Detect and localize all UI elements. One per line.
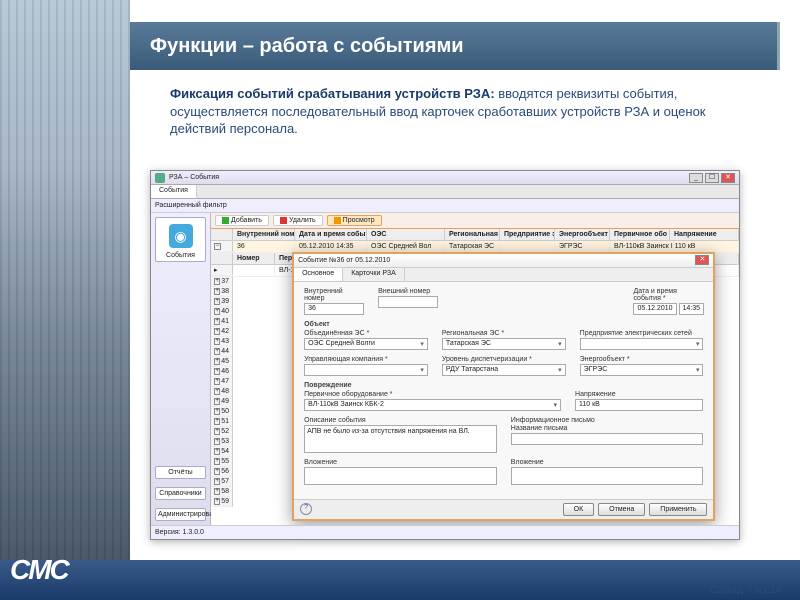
row-expander[interactable]: + 52 <box>211 427 233 437</box>
sidebar-item-admin[interactable]: Администрирование <box>155 508 206 521</box>
dialog-close-button[interactable]: ✕ <box>695 255 709 265</box>
eye-icon <box>334 217 341 224</box>
upk-select[interactable] <box>304 364 428 376</box>
slide-number: Слайд 7 из 14 <box>710 584 782 596</box>
row-expander[interactable]: + 43 <box>211 337 233 347</box>
row-expander[interactable]: + 40 <box>211 307 233 317</box>
udisp-select[interactable]: РДУ Татарстана <box>442 364 566 376</box>
time-field[interactable]: 14:35 <box>679 303 705 315</box>
slide-description: Фиксация событий срабатывания устройств … <box>170 85 710 138</box>
collapse-icon[interactable]: − <box>214 243 221 250</box>
bg-overlay <box>0 0 130 560</box>
row-expander[interactable]: + 51 <box>211 417 233 427</box>
row-expander[interactable]: + 59 <box>211 497 233 507</box>
row-expander[interactable]: + 45 <box>211 357 233 367</box>
globe-icon: ◉ <box>169 224 193 248</box>
add-button[interactable]: Добавить <box>215 215 269 226</box>
letter-name-field[interactable] <box>511 433 704 445</box>
voltage-field[interactable]: 110 кВ <box>575 399 703 411</box>
logo: CMC <box>10 554 68 586</box>
row-expander[interactable]: + 41 <box>211 317 233 327</box>
filter-toolbar: Расширенный фильтр <box>151 199 739 213</box>
eobj-select[interactable]: ЭГРЭС <box>580 364 704 376</box>
sidebar-item-refs[interactable]: Справочники <box>155 487 206 500</box>
app-window: РЗА – События _ ☐ ✕ События Расширенный … <box>150 170 740 540</box>
footer-bar <box>0 560 800 600</box>
minus-icon <box>280 217 287 224</box>
row-expander[interactable]: + 54 <box>211 447 233 457</box>
view-button[interactable]: Просмотр <box>327 215 382 226</box>
event-dialog: Событие №36 от 05.12.2010 ✕ Основное Кар… <box>292 252 715 521</box>
row-expander[interactable]: + 44 <box>211 347 233 357</box>
section-object: Объект <box>304 321 703 328</box>
maximize-button[interactable]: ☐ <box>705 173 719 183</box>
date-field[interactable]: 05.12.2010 <box>633 303 676 315</box>
dialog-tab-cards[interactable]: Карточки РЗА <box>343 268 405 281</box>
slide-title-bar: Функции – работа с событиями <box>130 22 780 70</box>
version-label: Версия: 1.3.0.0 <box>155 529 204 536</box>
help-icon[interactable]: ? <box>300 503 312 515</box>
tab-events[interactable]: События <box>151 185 197 198</box>
dialog-footer: ? ОК Отмена Применить <box>294 499 713 519</box>
close-button[interactable]: ✕ <box>721 173 735 183</box>
app-top-tabs: События <box>151 185 739 199</box>
sidebar-item-reports[interactable]: Отчёты <box>155 466 206 479</box>
row-expander[interactable]: + 48 <box>211 387 233 397</box>
prim-eq-select[interactable]: ВЛ-110кВ Заинск КБК-2 <box>304 399 561 411</box>
sidebar-item-label: События <box>158 252 203 259</box>
delete-button[interactable]: Удалить <box>273 215 323 226</box>
section-damage: Повреждение <box>304 382 703 389</box>
sidebar-item-events[interactable]: ◉ События <box>155 217 206 262</box>
dialog-body: Внутренний номер36 Внешний номер Дата и … <box>294 282 713 499</box>
attach-field-2[interactable] <box>511 467 704 485</box>
apply-button[interactable]: Применить <box>649 503 707 516</box>
action-toolbar: Добавить Удалить Просмотр <box>211 213 739 229</box>
dialog-title: Событие №36 от 05.12.2010 <box>298 257 390 264</box>
minimize-button[interactable]: _ <box>689 173 703 183</box>
row-expander[interactable]: + 39 <box>211 297 233 307</box>
app-title: РЗА – События <box>169 174 219 181</box>
inner-no-field[interactable]: 36 <box>304 303 364 315</box>
outer-no-field[interactable] <box>378 296 438 308</box>
row-expander[interactable]: + 46 <box>211 367 233 377</box>
dialog-titlebar: Событие №36 от 05.12.2010 ✕ <box>294 254 713 268</box>
row-expander[interactable]: + 50 <box>211 407 233 417</box>
row-expander[interactable]: + 37 <box>211 277 233 287</box>
pred-select[interactable] <box>580 338 704 350</box>
cancel-button[interactable]: Отмена <box>598 503 645 516</box>
row-expander[interactable]: + 56 <box>211 467 233 477</box>
dialog-tab-main[interactable]: Основное <box>294 268 343 281</box>
app-icon <box>155 173 165 183</box>
dialog-tabs: Основное Карточки РЗА <box>294 268 713 282</box>
statusbar: Версия: 1.3.0.0 <box>151 525 739 539</box>
filter-label[interactable]: Расширенный фильтр <box>155 202 227 209</box>
row-expander[interactable]: + 47 <box>211 377 233 387</box>
event-desc-textarea[interactable]: АПВ не было из-за отсутствия напряжения … <box>304 425 497 453</box>
row-expander[interactable]: + 55 <box>211 457 233 467</box>
row-expander[interactable]: + 53 <box>211 437 233 447</box>
oes-select[interactable]: ОЭС Средней Волги <box>304 338 428 350</box>
slide-title: Функции – работа с событиями <box>150 35 464 58</box>
row-expander[interactable]: + 58 <box>211 487 233 497</box>
row-expander[interactable]: + 57 <box>211 477 233 487</box>
row-expander[interactable]: + 42 <box>211 327 233 337</box>
app-titlebar: РЗА – События _ ☐ ✕ <box>151 171 739 185</box>
attach-field-1[interactable] <box>304 467 497 485</box>
reg-select[interactable]: Татарская ЭС <box>442 338 566 350</box>
plus-icon <box>222 217 229 224</box>
row-expander[interactable]: + 38 <box>211 287 233 297</box>
row-expander[interactable]: + 49 <box>211 397 233 407</box>
app-sidebar: ◉ События Отчёты Справочники Администрир… <box>151 213 211 525</box>
grid1-header: Внутренний номер Дата и время события ОЭ… <box>211 229 739 241</box>
ok-button[interactable]: ОК <box>563 503 595 516</box>
